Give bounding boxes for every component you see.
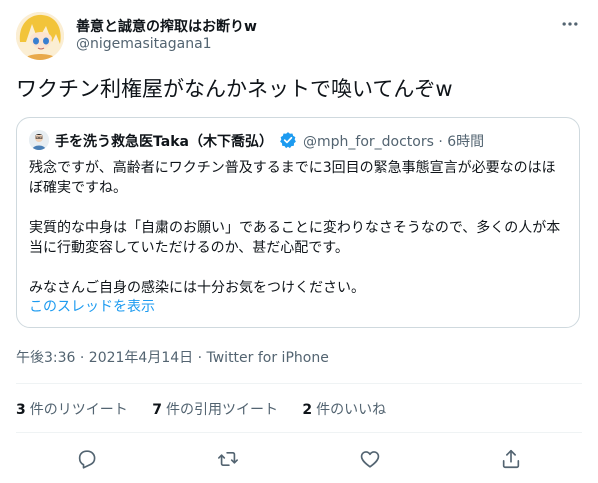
retweets-stat[interactable]: 3 件のリツイート: [16, 399, 128, 419]
reply-icon[interactable]: [74, 446, 100, 472]
quoted-meta: @mph_for_doctors · 6時間: [303, 134, 485, 150]
quoted-paragraph: 実質的な中身は「自粛のお願い」であることに変わりなさそうなので、多くの人が本当に…: [29, 220, 561, 256]
avatar[interactable]: [16, 12, 64, 60]
quoted-paragraph: みなさんご自身の感染には十分お気をつけください。: [29, 280, 365, 296]
more-icon[interactable]: [558, 12, 582, 36]
action-bar: [16, 444, 582, 474]
quoted-tweet-header: 手を洗う救急医Taka（木下喬弘） @mph_for_doctors · 6時間: [29, 130, 569, 150]
quoted-paragraph: 残念ですが、高齢者にワクチン普及するまでに3回目の緊急事態宣言が必要なのはほぼ確…: [29, 160, 556, 196]
user-handle[interactable]: @nigemasitagana1: [76, 36, 212, 52]
show-thread-link[interactable]: このスレッドを表示: [29, 296, 155, 316]
tweet-header: 善意と誠意の搾取はお断りw @nigemasitagana1: [16, 12, 582, 60]
retweet-icon[interactable]: [215, 446, 241, 472]
quoted-avatar: [29, 130, 49, 150]
retweets-count: 3: [16, 402, 26, 418]
verified-badge-icon: [279, 131, 297, 149]
likes-count: 2: [302, 402, 313, 418]
retweets-label: 件のリツイート: [29, 402, 128, 418]
engagement-stats: 3 件のリツイート 7 件の引用ツイート 2 件のいいね: [16, 399, 406, 421]
quotes-stat[interactable]: 7 件の引用ツイート: [152, 399, 278, 419]
quoted-tweet-text: 残念ですが、高齢者にワクチン普及するまでに3回目の緊急事態宣言が必要なのはほぼ確…: [29, 158, 569, 298]
quotes-count: 7: [152, 402, 162, 418]
divider: [16, 432, 582, 433]
divider: [16, 383, 582, 384]
tweet-text: ワクチン利権屋がなんかネットで喚いてんぞw: [16, 77, 453, 101]
like-icon[interactable]: [357, 446, 383, 472]
quotes-label: 件の引用ツイート: [165, 402, 278, 418]
quoted-display-name: 手を洗う救急医Taka（木下喬弘）: [55, 134, 273, 150]
quoted-tweet[interactable]: 手を洗う救急医Taka（木下喬弘） @mph_for_doctors · 6時間…: [16, 117, 580, 328]
tweet-timestamp[interactable]: 午後3:36 · 2021年4月14日 · Twitter for iPhone: [16, 347, 329, 367]
display-name[interactable]: 善意と誠意の搾取はお断りw: [76, 16, 257, 36]
likes-label: 件のいいね: [316, 402, 387, 418]
share-icon[interactable]: [498, 446, 524, 472]
likes-stat[interactable]: 2 件のいいね: [302, 399, 386, 419]
